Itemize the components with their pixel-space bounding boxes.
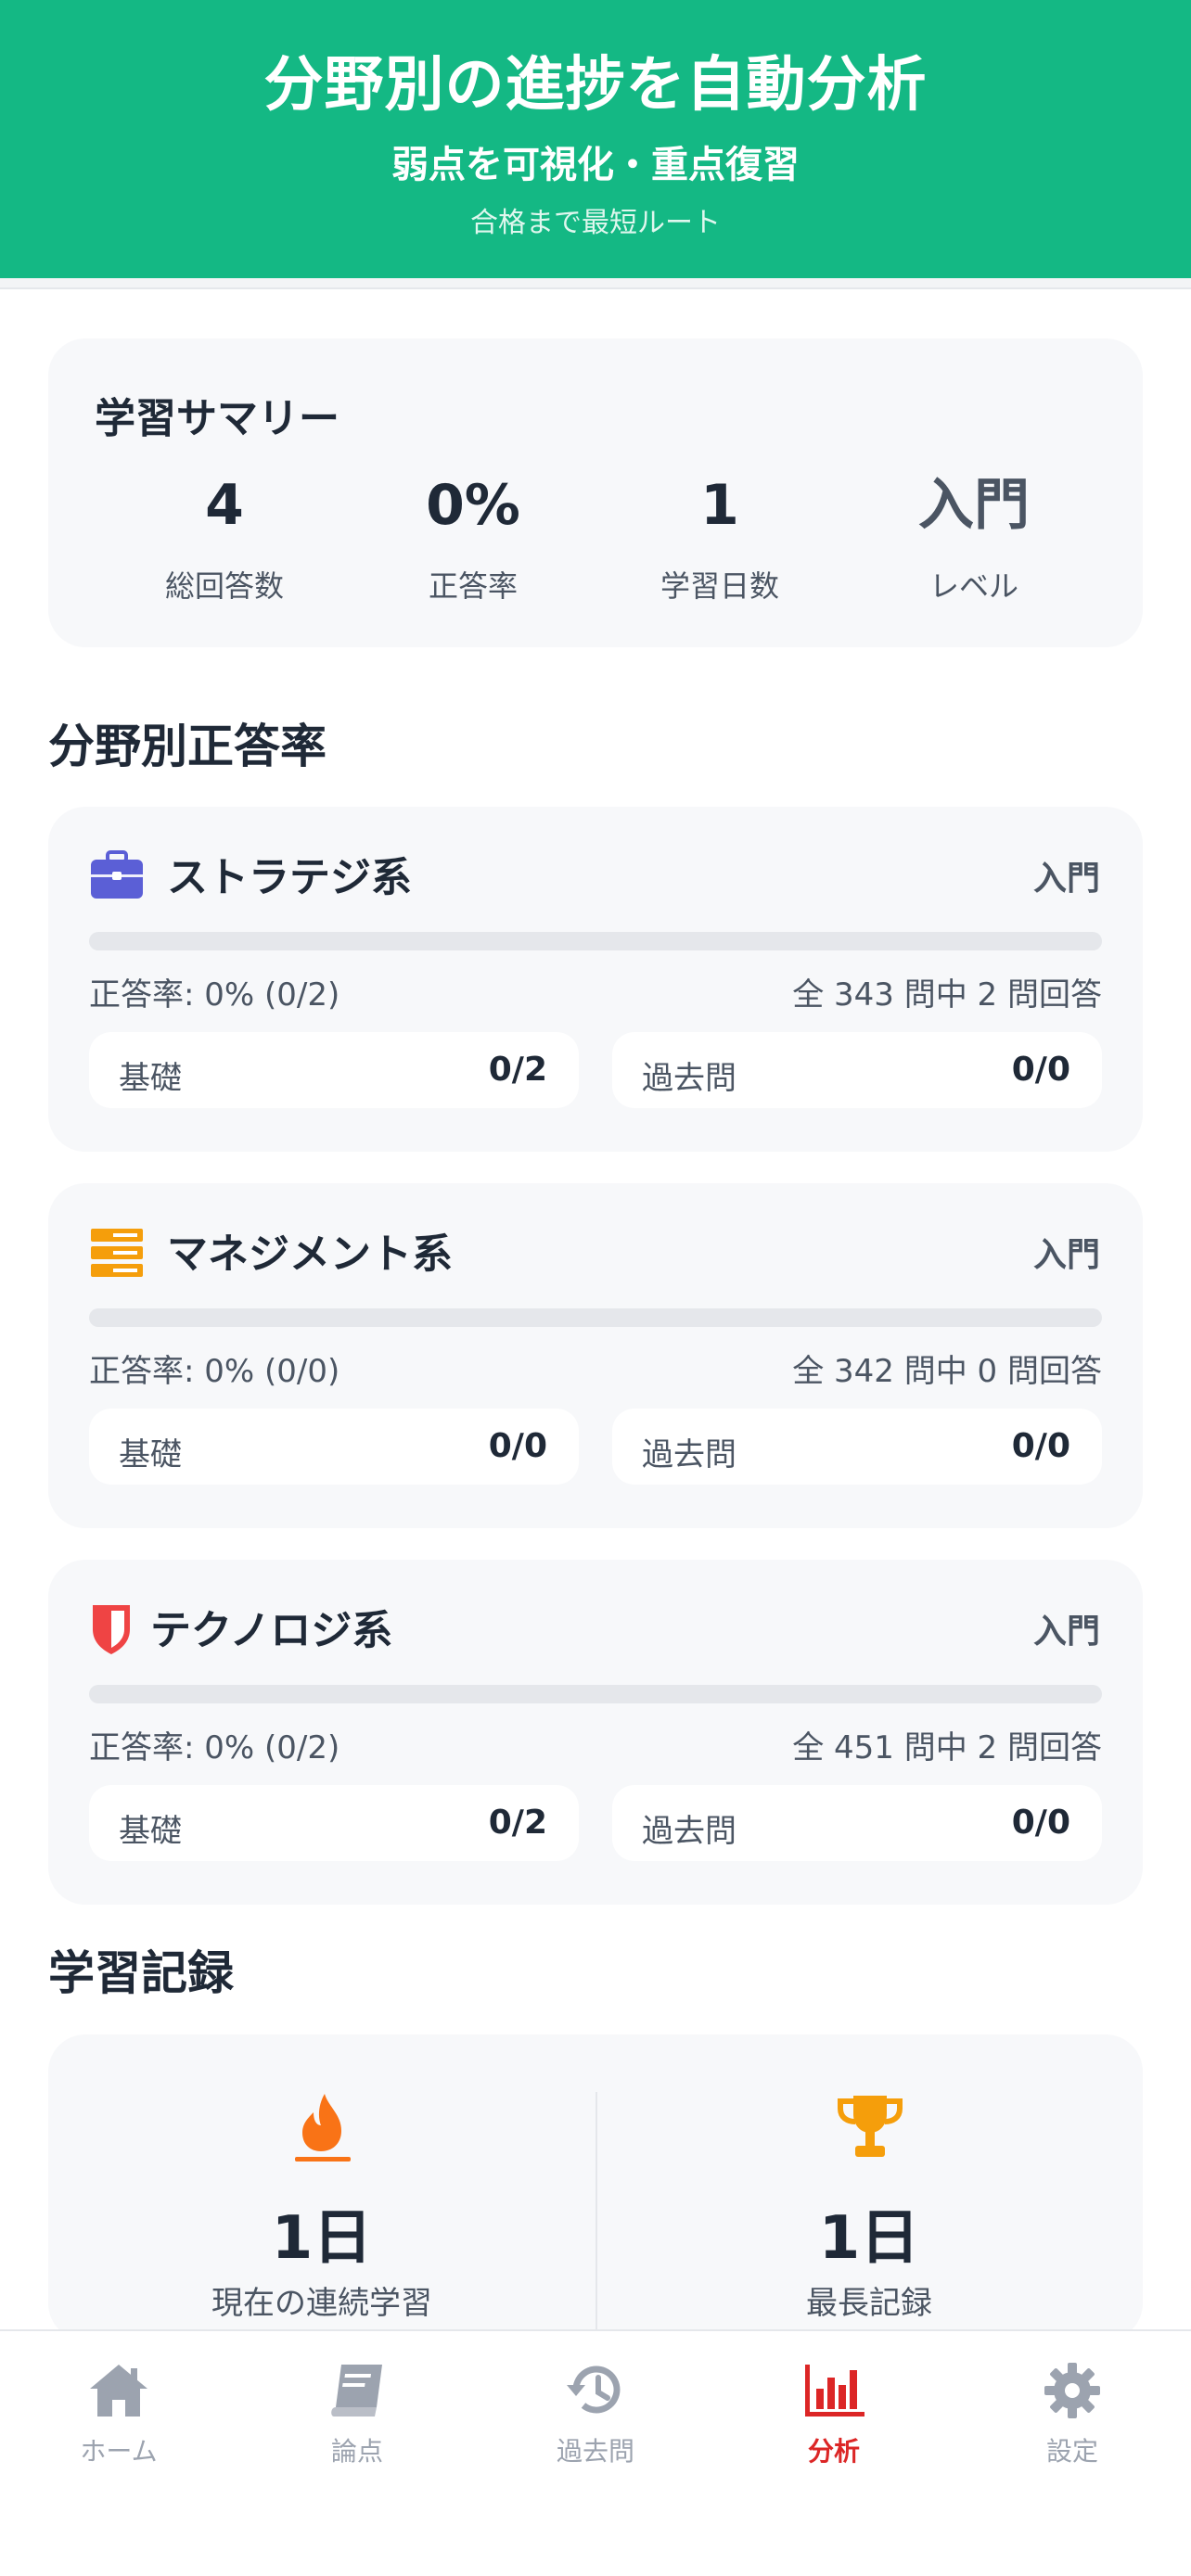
section-title-records: 学習記録 (48, 1946, 234, 2000)
stat-label: 総回答数 (164, 568, 284, 604)
basic-value: 0/0 (488, 1427, 547, 1465)
longest-streak: 1日 最長記録 (596, 2034, 1143, 2340)
briefcase-icon (91, 850, 143, 899)
accuracy-text: 正答率: 0% (0/2) (89, 1729, 340, 1766)
subject-name: ストラテジ系 (167, 854, 412, 901)
book-icon (331, 2365, 382, 2417)
past-exam-label: 過去問 (642, 1436, 736, 1473)
summary-card: 学習サマリー 4 総回答数 0% 正答率 1 学習日数 入門 レベル (48, 338, 1143, 647)
header-divider (0, 278, 1191, 289)
basic-value: 0/2 (488, 1804, 547, 1842)
past-exam-label: 過去問 (642, 1060, 736, 1097)
accuracy-text: 正答率: 0% (0/0) (89, 1353, 340, 1390)
shield-icon (93, 1605, 130, 1654)
server-icon (91, 1229, 143, 1277)
current-streak: 1日 現在の連続学習 (48, 2034, 596, 2340)
subject-level-badge: 入門 (1032, 1613, 1100, 1651)
past-exam-label: 過去問 (642, 1813, 736, 1850)
subject-name: マネジメント系 (167, 1231, 453, 1278)
streak-value: 1日 (271, 2204, 373, 2273)
home-icon (90, 2365, 147, 2417)
past-exam-stat-pill[interactable]: 過去問 0/0 (612, 1409, 1102, 1485)
answered-count: 全 342 問中 0 問回答 (792, 1353, 1102, 1390)
subject-card-management[interactable]: マネジメント系 入門 正答率: 0% (0/0) 全 342 問中 0 問回答 … (48, 1183, 1143, 1528)
stat-value: 0% (426, 473, 520, 538)
tab-label: 論点 (330, 2436, 383, 2467)
tab-analysis[interactable]: 分析 (741, 2361, 927, 2468)
page-subtitle: 弱点を可視化・重点復習 (391, 144, 800, 186)
basic-stat-pill[interactable]: 基礎 0/2 (89, 1032, 579, 1108)
longest-value: 1日 (818, 2204, 920, 2273)
stat-label: レベル (928, 568, 1018, 604)
answered-count: 全 451 問中 2 問回答 (792, 1729, 1102, 1766)
stat-label: 正答率 (428, 568, 518, 604)
flame-icon (295, 2094, 351, 2162)
past-exam-value: 0/0 (1011, 1051, 1070, 1089)
gear-icon (1044, 2363, 1100, 2418)
stat-value: 4 (205, 473, 244, 538)
progress-bar (89, 932, 1102, 950)
basic-label: 基礎 (119, 1813, 182, 1850)
past-exam-value: 0/0 (1011, 1804, 1070, 1842)
tab-label: 設定 (1045, 2436, 1098, 2467)
history-icon (567, 2366, 621, 2414)
tab-topics[interactable]: 論点 (264, 2361, 450, 2468)
streak-label: 現在の連続学習 (211, 2285, 432, 2322)
past-exam-stat-pill[interactable]: 過去問 0/0 (612, 1785, 1102, 1861)
section-title-subjects: 分野別正答率 (48, 720, 327, 773)
bottom-tab-bar: ホーム 論点 過去問 分析 設定 (0, 2329, 1191, 2576)
basic-value: 0/2 (488, 1051, 547, 1089)
past-exam-value: 0/0 (1011, 1427, 1070, 1465)
page-note: 合格まで最短ルート (470, 207, 721, 239)
longest-label: 最長記録 (806, 2285, 932, 2322)
basic-stat-pill[interactable]: 基礎 0/0 (89, 1409, 579, 1485)
subject-name: テクノロジ系 (150, 1607, 393, 1654)
stat-study-days: 1 学習日数 (599, 478, 840, 606)
stat-level: 入門 レベル (853, 478, 1095, 606)
basic-label: 基礎 (119, 1060, 182, 1097)
subject-level-badge: 入門 (1032, 1236, 1100, 1274)
tab-label: ホーム (80, 2436, 158, 2467)
tab-home[interactable]: ホーム (26, 2361, 211, 2468)
accuracy-text: 正答率: 0% (0/2) (89, 976, 340, 1014)
basic-stat-pill[interactable]: 基礎 0/2 (89, 1785, 579, 1861)
trophy-icon (838, 2096, 903, 2157)
subject-level-badge: 入門 (1032, 860, 1100, 898)
progress-bar (89, 1685, 1102, 1703)
tab-settings[interactable]: 設定 (980, 2361, 1165, 2468)
progress-bar (89, 1308, 1102, 1327)
subject-card-strategy[interactable]: ストラテジ系 入門 正答率: 0% (0/2) 全 343 問中 2 問回答 基… (48, 807, 1143, 1152)
header-banner: 分野別の進捗を自動分析 弱点を可視化・重点復習 合格まで最短ルート (0, 0, 1191, 278)
stat-label: 学習日数 (660, 568, 779, 604)
stat-value: 1 (700, 473, 739, 538)
answered-count: 全 343 問中 2 問回答 (792, 976, 1102, 1014)
tab-label: 過去問 (556, 2436, 634, 2467)
records-card: 1日 現在の連続学習 1日 最長記録 (48, 2034, 1143, 2340)
tab-label: 分析 (807, 2436, 860, 2467)
tab-past-exams[interactable]: 過去問 (503, 2361, 688, 2468)
basic-label: 基礎 (119, 1436, 182, 1473)
subject-card-technology[interactable]: テクノロジ系 入門 正答率: 0% (0/2) 全 451 問中 2 問回答 基… (48, 1560, 1143, 1905)
stat-total-answers: 4 総回答数 (104, 478, 345, 606)
summary-title: 学習サマリー (95, 395, 339, 442)
stat-accuracy: 0% 正答率 (352, 478, 594, 606)
page-title: 分野別の進捗を自動分析 (263, 51, 928, 120)
chart-icon (805, 2365, 864, 2417)
past-exam-stat-pill[interactable]: 過去問 0/0 (612, 1032, 1102, 1108)
stat-value: 入門 (918, 473, 1030, 538)
